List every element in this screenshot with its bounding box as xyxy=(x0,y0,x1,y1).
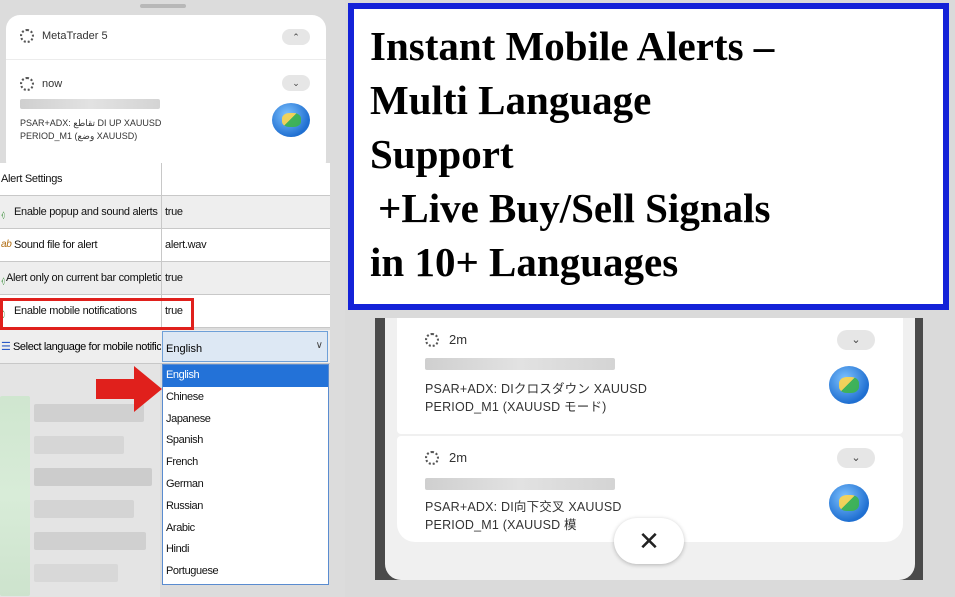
setting-value[interactable]: true xyxy=(162,196,330,228)
language-option-english[interactable]: English xyxy=(163,365,328,387)
language-option-chinese[interactable]: Chinese xyxy=(163,387,328,409)
mt5-notification-card[interactable]: MetaTrader 5 ⌃ now ⌄ PSAR+ADX: تقاطع DI … xyxy=(6,15,326,175)
headline-line2: Multi Language xyxy=(370,77,652,123)
tree-icon: 𐇠 xyxy=(1,208,5,222)
notification-time: 2m xyxy=(449,450,468,465)
language-select[interactable]: English ∨ xyxy=(162,331,328,362)
headline-line4: +Live Buy/Sell Signals xyxy=(378,185,771,231)
app-name: MetaTrader 5 xyxy=(42,30,108,42)
language-option-german[interactable]: German xyxy=(163,474,328,496)
headline-line5: in 10+ Languages xyxy=(370,239,679,285)
close-button[interactable]: ✕ xyxy=(614,518,684,564)
language-dropdown-list: English Chinese Japanese Spanish French … xyxy=(162,364,329,585)
settings-header: Alert Settings xyxy=(0,163,162,195)
phone-screen: 2m ⌄ PSAR+ADX: DIクロスダウン XAUUSD PERIOD_M1… xyxy=(375,318,923,580)
drag-handle[interactable] xyxy=(140,4,186,8)
setting-value[interactable]: alert.wav xyxy=(162,229,330,261)
notification-message-line1: PSAR+ADX: DIクロスダウン XAUUSD xyxy=(425,382,648,396)
setting-label: Alert only on current bar completion xyxy=(5,272,162,284)
chevron-down-icon[interactable]: ∨ xyxy=(316,340,323,351)
language-option-arabic[interactable]: Arabic xyxy=(163,518,328,540)
left-panel: MetaTrader 5 ⌃ now ⌄ PSAR+ADX: تقاطع DI … xyxy=(0,0,345,597)
notification-message-line2: PERIOD_M1 (XAUUSD モード) xyxy=(425,400,607,414)
list-icon: ☰ xyxy=(1,341,11,353)
metatrader-app-icon xyxy=(20,29,34,43)
language-option-russian[interactable]: Russian xyxy=(163,496,328,518)
notification-time-row: now xyxy=(20,77,62,91)
headline-box: Instant Mobile Alerts – Multi Language S… xyxy=(348,3,949,310)
setting-value[interactable]: true xyxy=(162,262,330,294)
settings-header-row: Alert Settings xyxy=(0,163,330,196)
language-option-spanish[interactable]: Spanish xyxy=(163,430,328,452)
highlight-box xyxy=(0,298,194,330)
setting-row-language[interactable]: ☰Select language for mobile notification… xyxy=(0,330,330,364)
setting-row-sound-file[interactable]: ab Sound file for alert alert.wav xyxy=(0,229,330,262)
metatrader-logo-icon xyxy=(272,103,310,137)
blurred-title xyxy=(425,478,615,490)
expand-button[interactable]: ⌄ xyxy=(282,75,310,91)
metatrader-app-icon xyxy=(425,450,439,465)
notification-message-line1: PSAR+ADX: DI向下交叉 XAUUSD xyxy=(425,500,622,514)
language-option-japanese[interactable]: Japanese xyxy=(163,409,328,431)
blurred-title xyxy=(20,99,160,109)
notification-time: 2m xyxy=(449,332,468,347)
divider xyxy=(6,59,326,60)
collapse-button[interactable]: ⌃ xyxy=(282,29,310,45)
headline-line1: Instant Mobile Alerts – xyxy=(370,23,775,69)
ab-icon: ab xyxy=(1,239,12,250)
notification-meta: 2m xyxy=(425,450,467,465)
expand-button[interactable]: ⌄ xyxy=(837,448,875,468)
language-option-portuguese[interactable]: Portuguese xyxy=(163,561,328,583)
blurred-title xyxy=(425,358,615,370)
headline-line3: Support xyxy=(370,131,514,177)
metatrader-logo-icon xyxy=(829,484,869,522)
setting-label: Sound file for alert xyxy=(14,239,98,251)
setting-row-popup-sound[interactable]: 𐇠 Enable popup and sound alerts true xyxy=(0,196,330,229)
notification-card-japanese[interactable]: 2m ⌄ PSAR+ADX: DIクロスダウン XAUUSD PERIOD_M1… xyxy=(397,318,903,434)
language-select-value: English xyxy=(166,343,203,355)
notification-message-line1: PSAR+ADX: تقاطع DI UP XAUUSD xyxy=(20,118,162,128)
notification-message-line2: PERIOD_M1 (XAUUSD 模 xyxy=(425,518,577,532)
language-option-hindi[interactable]: Hindi xyxy=(163,539,328,561)
expand-button[interactable]: ⌄ xyxy=(837,330,875,350)
setting-label: Select language for mobile notifications xyxy=(13,341,161,353)
setting-row-bar-completion[interactable]: 𐇠 Alert only on current bar completion tr… xyxy=(0,262,330,295)
metatrader-logo-icon xyxy=(829,366,869,404)
metatrader-app-icon xyxy=(425,332,439,347)
notification-time: now xyxy=(42,78,63,90)
notification-sheet: 2m ⌄ PSAR+ADX: DIクロスダウン XAUUSD PERIOD_M1… xyxy=(385,318,915,580)
language-option-french[interactable]: French xyxy=(163,452,328,474)
notification-message-line2: PERIOD_M1 (وضع XAUUSD) xyxy=(20,131,138,141)
tree-icon: 𐇠 xyxy=(1,274,5,288)
red-arrow-icon xyxy=(96,366,162,412)
notification-meta: 2m xyxy=(425,332,467,347)
metatrader-app-icon xyxy=(20,77,34,91)
right-panel: Instant Mobile Alerts – Multi Language S… xyxy=(345,0,955,597)
notification-app-header: MetaTrader 5 xyxy=(20,29,108,43)
setting-label: Enable popup and sound alerts xyxy=(14,206,158,218)
